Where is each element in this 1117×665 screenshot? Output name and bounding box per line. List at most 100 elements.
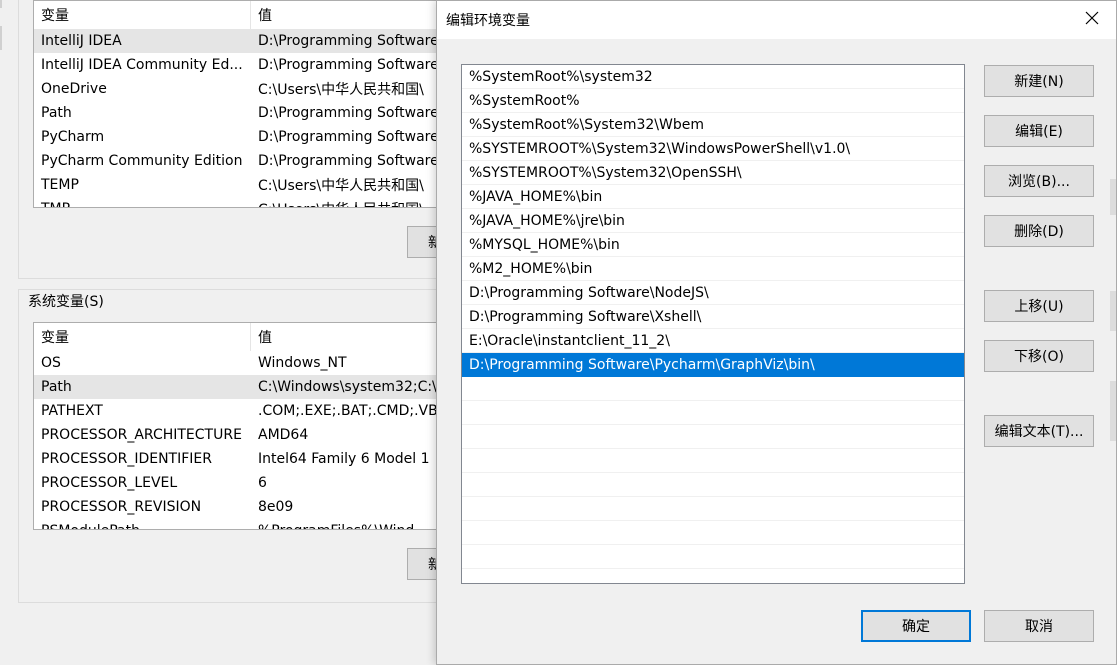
var-name-cell: TMP [34, 201, 251, 207]
list-item[interactable]: D:\Programming Software\NodeJS\ [462, 281, 964, 305]
var-value-cell: D:\Programming Software\ [258, 57, 444, 73]
window-edge [1110, 179, 1116, 215]
table-row[interactable]: Path D:\Programming Software\ [34, 101, 452, 125]
table-row[interactable]: PROCESSOR_ARCHITECTURE AMD64 [34, 423, 452, 447]
header-value[interactable]: 值 [251, 1, 452, 29]
close-icon [1085, 11, 1099, 29]
var-name-cell: PATHEXT [41, 403, 103, 419]
table-row[interactable]: PROCESSOR_IDENTIFIER Intel64 Family 6 Mod… [34, 447, 452, 471]
table-row[interactable]: PROCESSOR_LEVEL 6 [34, 471, 452, 495]
window-edge [1110, 291, 1116, 331]
empty-list-item[interactable] [462, 569, 964, 583]
var-value-cell: 8e09 [258, 499, 294, 515]
list-item[interactable]: D:\Programming Software\Xshell\ [462, 305, 964, 329]
var-value-cell: Intel64 Family 6 Model 1 [258, 451, 430, 467]
ok-button[interactable]: 确定 [861, 610, 971, 642]
empty-list-item[interactable] [462, 545, 964, 569]
new-button[interactable]: 新建(N) [984, 65, 1094, 97]
var-name-cell: OS [41, 355, 61, 371]
system-vars-label: 系统变量(S) [26, 291, 106, 311]
var-name-cell: PROCESSOR_IDENTIFIER [41, 451, 212, 467]
move-down-button[interactable]: 下移(O) [984, 340, 1094, 372]
var-name-cell: IntelliJ IDEA Community Ed... [41, 57, 243, 73]
dialog-title: 编辑环境变量 [446, 13, 530, 29]
var-name-cell: PROCESSOR_ARCHITECTURE [41, 427, 242, 443]
table-row[interactable]: IntelliJ IDEA D:\Programming Software\ [34, 29, 452, 53]
list-item[interactable]: E:\Oracle\instantclient_11_2\ [462, 329, 964, 353]
user-vars-table[interactable]: 变量 值 IntelliJ IDEA D:\Programming Softwar… [33, 0, 453, 208]
var-value-cell: C:\Users\中华人民共和国\ [258, 82, 424, 98]
list-item[interactable]: %SYSTEMROOT%\System32\WindowsPowerShell\… [462, 137, 964, 161]
var-value-cell: D:\Programming Software\ [258, 33, 444, 49]
list-item[interactable]: %JAVA_HOME%\bin [462, 185, 964, 209]
var-name-cell: PyCharm Community Edition [41, 153, 243, 169]
list-item[interactable]: %SystemRoot% [462, 89, 964, 113]
empty-list-item[interactable] [462, 521, 964, 545]
var-value-cell: D:\Programming Software\ [258, 105, 444, 121]
browse-button[interactable]: 浏览(B)... [984, 165, 1094, 197]
var-name-cell: IntelliJ IDEA [41, 33, 122, 49]
empty-list-item[interactable] [462, 401, 964, 425]
table-row[interactable]: IntelliJ IDEA Community Ed... D:\Programm… [34, 53, 452, 77]
var-name-cell: PSModulePath [34, 523, 251, 529]
var-value-cell: %ProgramFiles%\Wind [251, 523, 452, 529]
user-vars-rows: IntelliJ IDEA D:\Programming Software\ Int… [34, 29, 452, 207]
edit-text-button[interactable]: 编辑文本(T)... [984, 415, 1094, 447]
table-header: 变量 值 [34, 1, 452, 29]
var-value-cell: D:\Programming Software\ [258, 153, 444, 169]
cancel-button[interactable]: 取消 [984, 610, 1094, 642]
var-value-cell: C:\Users\中华人民共和国\ [251, 199, 452, 207]
list-item[interactable]: %SYSTEMROOT%\System32\OpenSSH\ [462, 161, 964, 185]
empty-list-item[interactable] [462, 425, 964, 449]
var-value-cell: C:\Users\中华人民共和国\ [258, 178, 424, 194]
var-value-cell: .COM;.EXE;.BAT;.CMD;.VBS [258, 403, 447, 419]
var-name-cell: Path [41, 379, 72, 395]
table-row[interactable]: TEMP C:\Users\中华人民共和国\ [34, 173, 452, 197]
list-item[interactable]: D:\Programming Software\Pycharm\GraphViz… [462, 353, 964, 377]
header-value[interactable]: 值 [251, 323, 452, 351]
table-row[interactable]: OS Windows_NT [34, 351, 452, 375]
table-row[interactable]: PROCESSOR_REVISION 8e09 [34, 495, 452, 519]
var-name-cell: Path [41, 105, 72, 121]
list-item[interactable]: %JAVA_HOME%\jre\bin [462, 209, 964, 233]
edit-button[interactable]: 编辑(E) [984, 115, 1094, 147]
var-name-cell: PyCharm [41, 129, 105, 145]
table-row[interactable]: PATHEXT .COM;.EXE;.BAT;.CMD;.VBS [34, 399, 452, 423]
table-row[interactable]: PSModulePath%ProgramFiles%\Wind [34, 519, 452, 529]
list-item[interactable]: %MYSQL_HOME%\bin [462, 233, 964, 257]
list-item[interactable]: %SystemRoot%\System32\Wbem [462, 113, 964, 137]
empty-list-item[interactable] [462, 449, 964, 473]
system-vars-table[interactable]: 变量 值 OS Windows_NT Path C:\Windows\system32… [33, 322, 453, 530]
delete-button[interactable]: 删除(D) [984, 215, 1094, 247]
header-name[interactable]: 变量 [34, 323, 251, 351]
var-value-cell: D:\Programming Software\ [258, 129, 444, 145]
move-up-button[interactable]: 上移(U) [984, 290, 1094, 322]
path-entries-list[interactable]: %SystemRoot%\system32 %SystemRoot% %System… [461, 64, 965, 584]
system-vars-rows: OS Windows_NT Path C:\Windows\system32;C:\ P… [34, 351, 452, 529]
var-value-cell: 6 [258, 475, 267, 491]
table-row[interactable]: PyCharm Community Edition D:\Programming … [34, 149, 452, 173]
edit-env-var-dialog: 编辑环境变量 %SystemRoot%\system32 %SystemRoot%… [436, 0, 1117, 665]
empty-list-item[interactable] [462, 377, 964, 401]
table-row[interactable]: Path C:\Windows\system32;C:\ [34, 375, 452, 399]
window-edge [1110, 381, 1116, 441]
table-row[interactable]: PyCharm D:\Programming Software\ [34, 125, 452, 149]
var-name-cell: PROCESSOR_LEVEL [41, 475, 178, 491]
table-row[interactable]: OneDrive C:\Users\中华人民共和国\ [34, 77, 452, 101]
var-value-cell: Windows_NT [258, 355, 347, 371]
header-name[interactable]: 变量 [34, 1, 251, 29]
titlebar: 编辑环境变量 [437, 1, 1116, 39]
var-value-cell: AMD64 [258, 427, 309, 443]
list-item[interactable]: %M2_HOME%\bin [462, 257, 964, 281]
path-entries-rows: %SystemRoot%\system32 %SystemRoot% %System… [462, 65, 964, 583]
var-name-cell: PROCESSOR_REVISION [41, 499, 202, 515]
empty-list-item[interactable] [462, 473, 964, 497]
table-header: 变量 值 [34, 323, 452, 351]
var-name-cell: TEMP [41, 177, 79, 193]
empty-list-item[interactable] [462, 497, 964, 521]
var-value-cell: C:\Windows\system32;C:\ [258, 379, 437, 395]
var-name-cell: OneDrive [41, 81, 107, 97]
table-row[interactable]: TMPC:\Users\中华人民共和国\ [34, 197, 452, 207]
close-button[interactable] [1078, 7, 1106, 33]
list-item[interactable]: %SystemRoot%\system32 [462, 65, 964, 89]
